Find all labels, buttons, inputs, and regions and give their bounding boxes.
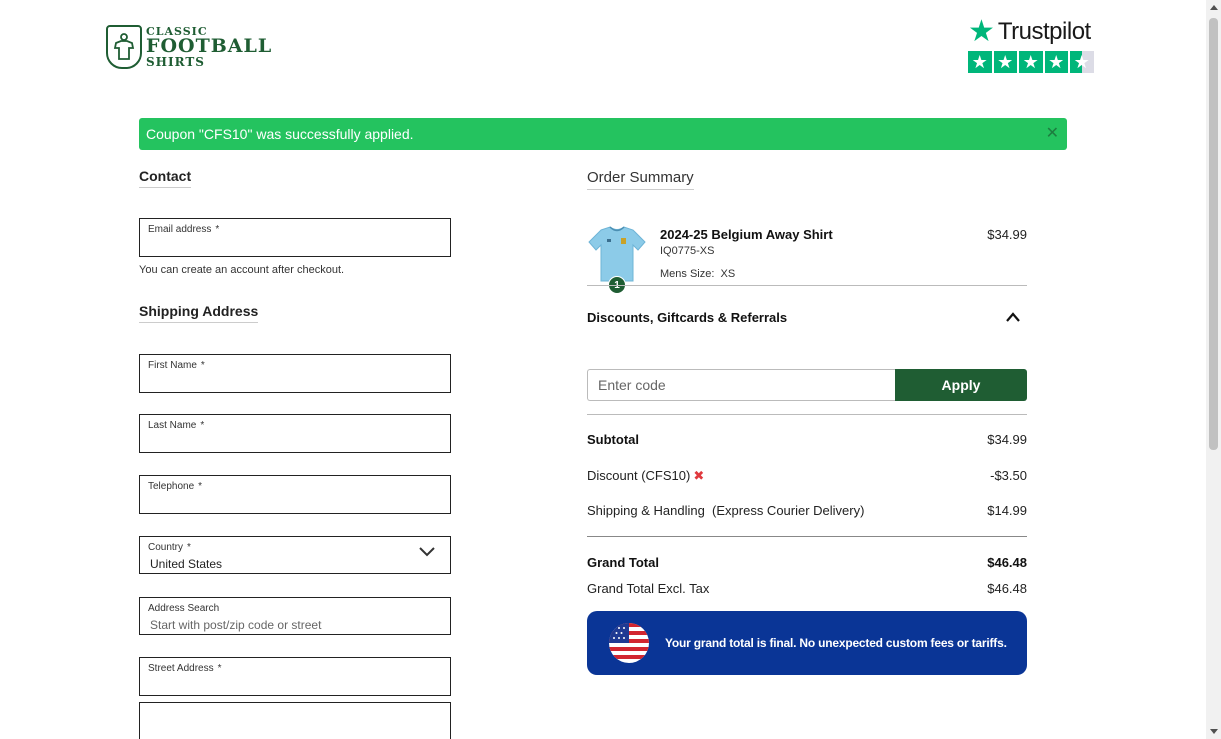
discounts-toggle[interactable]: Discounts, Giftcards & Referrals <box>587 310 787 325</box>
first-name-label: First Name <box>148 360 197 371</box>
us-flag-icon <box>609 623 649 663</box>
trustpilot-widget[interactable]: ★ Trustpilot ★ ★ ★ ★ ★ <box>968 17 1095 73</box>
logo-wordmark: Classic Football Shirts <box>146 26 272 68</box>
remove-discount-icon[interactable]: ✖ <box>693 468 704 483</box>
telephone-field[interactable]: Telephone * <box>139 475 451 514</box>
shipping-address-heading: Shipping Address <box>139 303 259 323</box>
trustpilot-star-icon: ★ <box>968 15 995 48</box>
discount-code-input[interactable] <box>587 369 896 401</box>
grand-total-excl-tax-value: $46.48 <box>987 581 1027 596</box>
country-label: Country <box>148 542 184 553</box>
discount-value: -$3.50 <box>990 468 1027 483</box>
chevron-up-icon[interactable] <box>1005 311 1021 323</box>
product-sku: IQ0775-XS <box>660 245 715 257</box>
address-search-label: Address Search <box>148 603 220 614</box>
close-icon[interactable]: ✕ <box>1046 118 1059 150</box>
star-icon: ★ <box>968 51 992 73</box>
divider <box>587 536 1027 537</box>
last-name-field[interactable]: Last Name * <box>139 414 451 453</box>
grand-total-label: Grand Total <box>587 555 659 570</box>
email-field[interactable]: Email address * <box>139 218 451 257</box>
shipping-label: Shipping & Handling (Express Courier Del… <box>587 503 865 518</box>
street-address-line-2-field[interactable] <box>139 702 451 739</box>
product-price: $34.99 <box>987 227 1027 242</box>
logo-line-2: Football <box>146 35 273 57</box>
trustpilot-name: Trustpilot <box>997 18 1091 45</box>
star-icon: ★ <box>993 51 1017 73</box>
contact-heading: Contact <box>139 168 192 188</box>
street-address-label: Street Address <box>148 663 214 674</box>
grand-total-excl-tax-label: Grand Total Excl. Tax <box>587 581 710 596</box>
star-icon: ★ <box>1019 51 1043 73</box>
page-scrollbar[interactable] <box>1206 0 1221 739</box>
required-marker: * <box>200 420 205 431</box>
discount-label: Discount (CFS10) <box>587 468 691 483</box>
product-name: 2024-25 Belgium Away Shirt <box>660 227 833 242</box>
address-search-placeholder: Start with post/zip code or street <box>150 618 322 632</box>
tariff-notice-text: Your grand total is final. No unexpected… <box>665 636 1007 650</box>
shirt-logo-icon <box>106 25 142 69</box>
scrollbar-thumb[interactable] <box>1209 18 1218 450</box>
account-hint: You can create an account after checkout… <box>139 264 345 276</box>
tariff-notice: Your grand total is final. No unexpected… <box>587 611 1027 675</box>
divider <box>587 285 1027 286</box>
chevron-down-icon <box>419 547 435 557</box>
required-marker: * <box>187 542 191 553</box>
size-value: XS <box>720 268 736 280</box>
required-marker: * <box>200 360 205 371</box>
scroll-up-icon[interactable] <box>1210 5 1218 10</box>
product-size: Mens Size: XS <box>660 268 735 280</box>
subtotal-label: Subtotal <box>587 432 639 447</box>
scroll-down-icon[interactable] <box>1210 729 1218 734</box>
shipping-value: $14.99 <box>987 503 1027 518</box>
street-address-field[interactable]: Street Address * <box>139 657 451 696</box>
discount-row: Discount (CFS10) ✖ <box>587 468 704 484</box>
coupon-success-banner: Coupon "CFS10" was successfully applied.… <box>139 118 1067 150</box>
grand-total-value: $46.48 <box>987 555 1027 570</box>
size-label: Mens Size: <box>660 268 715 280</box>
email-label: Email address <box>148 224 212 235</box>
required-marker: * <box>198 481 203 492</box>
site-logo[interactable]: Classic Football Shirts <box>106 25 272 69</box>
logo-line-3: Shirts <box>146 55 205 69</box>
order-summary-heading: Order Summary <box>587 169 694 190</box>
country-select[interactable]: Country * United States <box>139 536 451 574</box>
last-name-label: Last Name <box>148 420 197 431</box>
address-search-field[interactable]: Address Search Start with post/zip code … <box>139 597 451 635</box>
apply-button[interactable]: Apply <box>895 369 1027 401</box>
country-value: United States <box>150 557 223 571</box>
required-marker: * <box>215 224 220 235</box>
half-star-icon: ★ <box>1070 51 1094 73</box>
subtotal-value: $34.99 <box>987 432 1027 447</box>
star-icon: ★ <box>1044 51 1068 73</box>
first-name-field[interactable]: First Name * <box>139 354 451 393</box>
banner-message: Coupon "CFS10" was successfully applied. <box>146 126 414 142</box>
telephone-label: Telephone <box>148 481 195 492</box>
trustpilot-rating: ★ ★ ★ ★ ★ <box>968 51 1095 73</box>
required-marker: * <box>217 663 222 674</box>
divider <box>587 414 1027 415</box>
